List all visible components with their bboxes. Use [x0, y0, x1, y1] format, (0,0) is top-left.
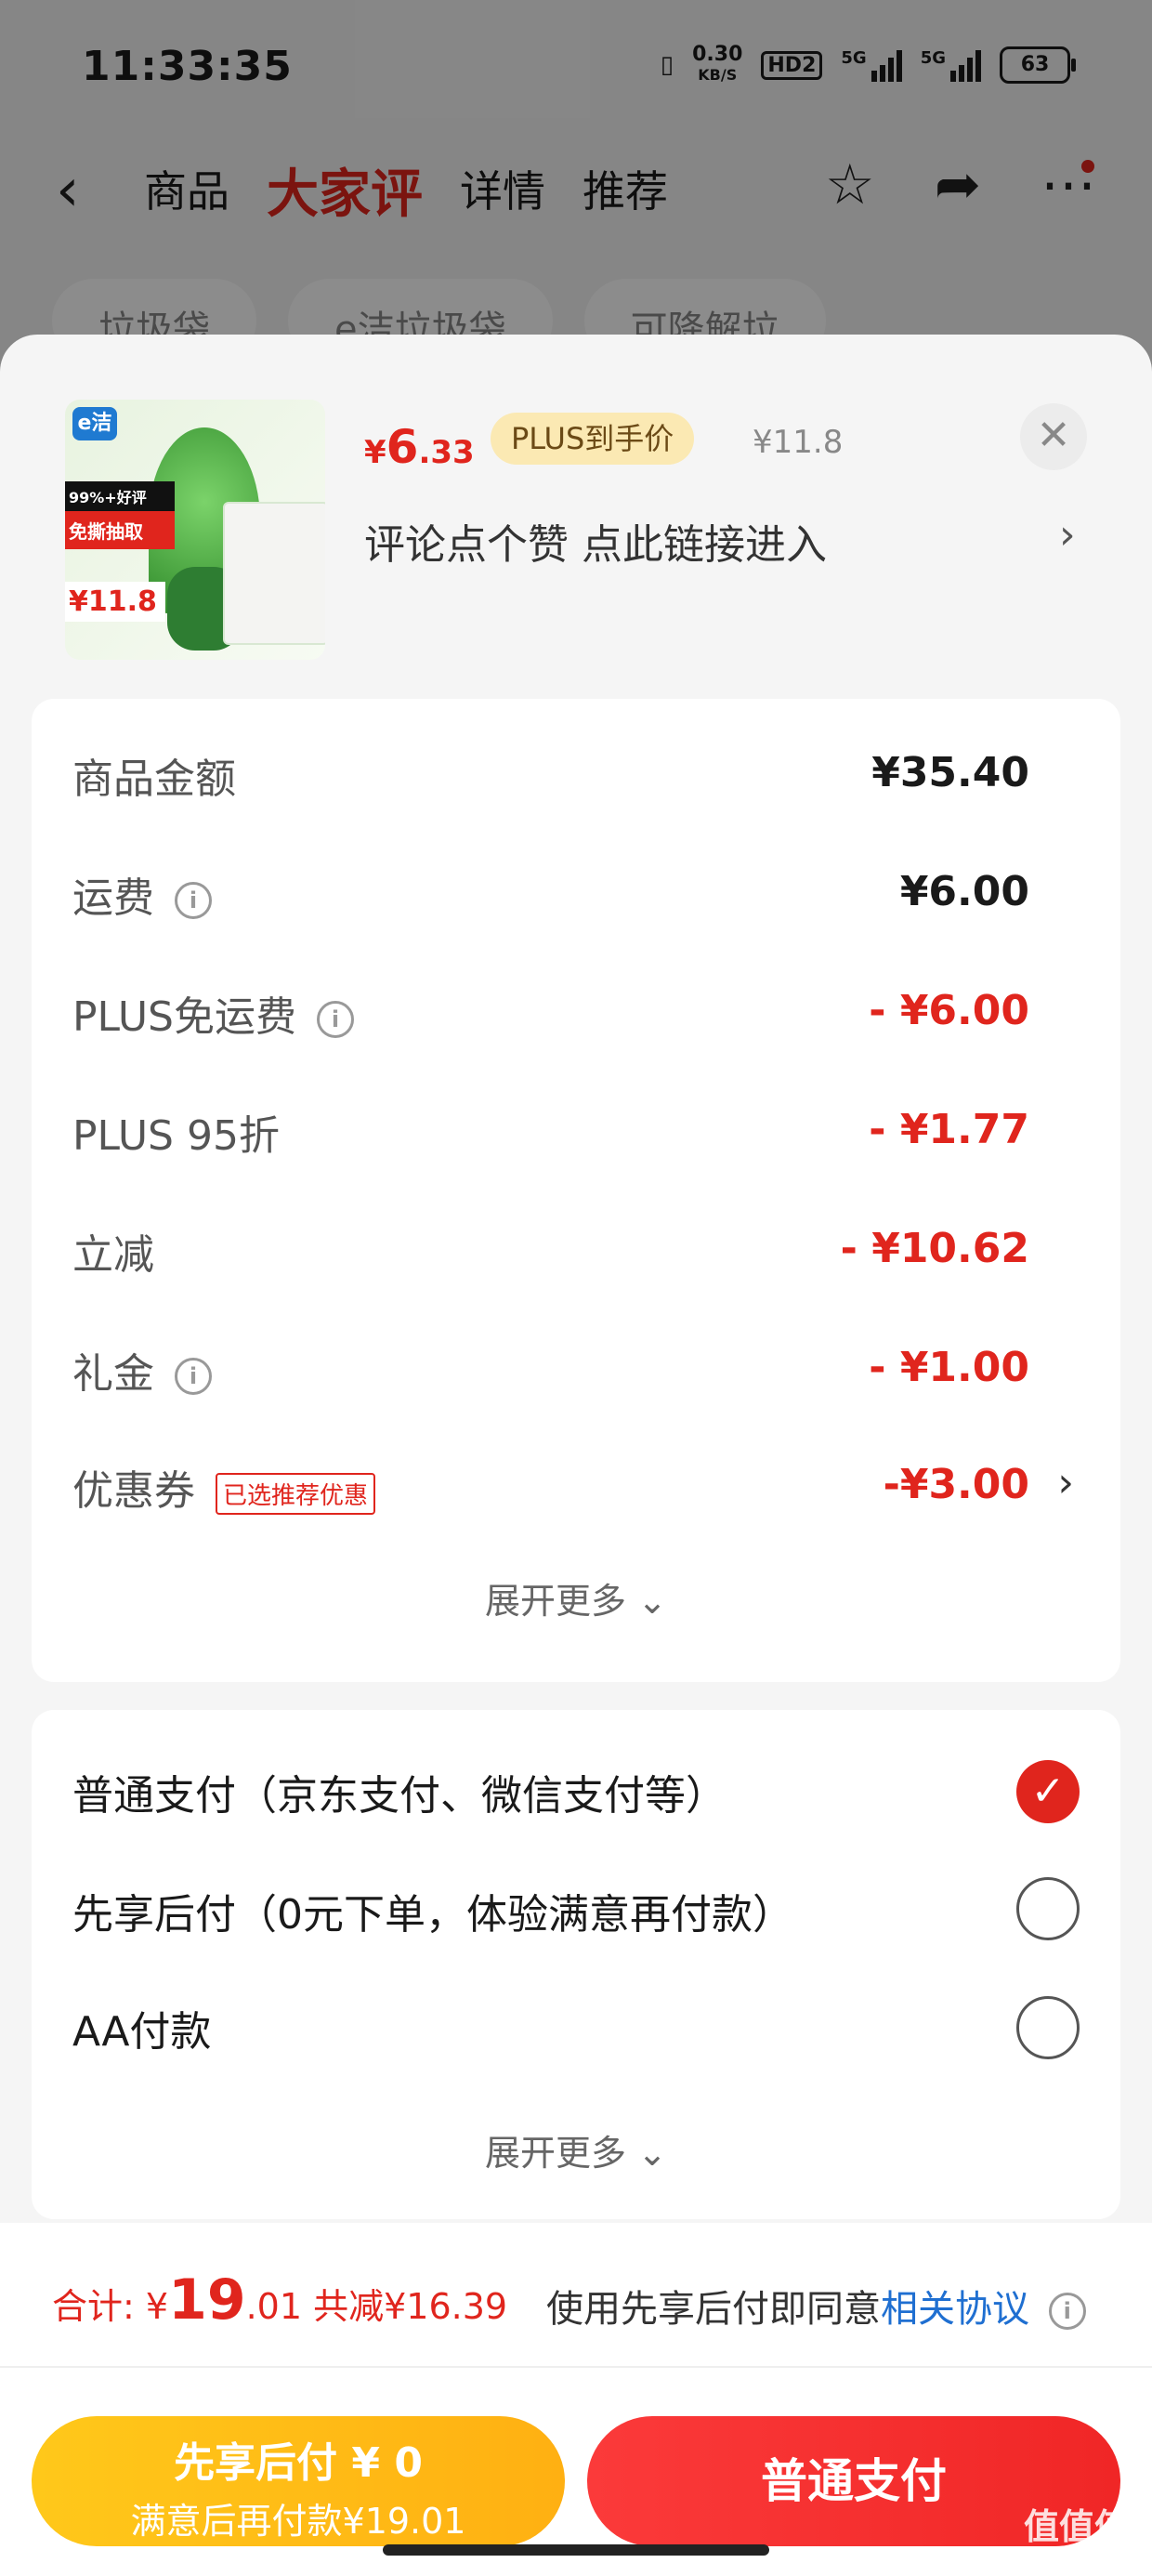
summary-row: PLUS 95折 - ¥1.77 — [72, 1106, 1029, 1160]
chevron-down-icon: ⌄ — [637, 1581, 667, 1622]
chevron-down-icon: ⌄ — [637, 2133, 667, 2174]
total-discount: 共减¥16.39 — [313, 2286, 508, 2327]
watermark: 值值值 zhizhizhi.com — [1023, 2506, 1130, 2567]
review-link[interactable]: 评论点个赞 点此链接进入 — [364, 511, 827, 571]
payment-option-paylater[interactable]: 先享后付（0元下单，体验满意再付款） — [72, 1881, 793, 1955]
summary-row: 商品金额 ¥35.40 — [72, 749, 1029, 803]
checkout-footer: 合计: ¥19.01 共减¥16.39 使用先享后付即同意相关协议 i 先享后付… — [0, 2223, 1152, 2576]
agreement-link[interactable]: 相关协议 — [881, 2288, 1029, 2331]
current-price: ¥6.33 — [364, 420, 475, 474]
order-sheet: e洁 99%+好评 免撕抽取 ¥11.8 ¥6.33 PLUS到手价 ¥11.8… — [0, 335, 1152, 2576]
summary-row: 运费 i ¥6.00 — [72, 868, 1029, 922]
info-icon[interactable]: i — [317, 1001, 354, 1038]
info-icon[interactable]: i — [1048, 2293, 1086, 2330]
info-icon[interactable]: i — [175, 1358, 212, 1395]
original-price: ¥11.8 — [753, 424, 844, 461]
summary-row: 立减 - ¥10.62 — [72, 1225, 1029, 1279]
radio-unchecked[interactable] — [1016, 1996, 1080, 2059]
image-tag-rating: 99%+好评 — [65, 481, 175, 511]
agreement-text: 使用先享后付即同意相关协议 i — [546, 2279, 1086, 2333]
payment-option-aa[interactable]: AA付款 — [72, 1998, 211, 2072]
expand-more-button[interactable]: 展开更多 ⌄ — [32, 2124, 1120, 2175]
brand-logo: e洁 — [72, 407, 117, 440]
background-page: 11:33:35 ▯ 0.30 KB/S HD2 5G 5G 63 ‹ 商品 大… — [0, 0, 1152, 372]
image-price: ¥11.8 — [65, 582, 165, 622]
radio-checked[interactable]: ✓ — [1016, 1760, 1080, 1823]
coupon-row[interactable]: 优惠券 已选推荐优惠 -¥3.00 › — [72, 1442, 1120, 1517]
chevron-right-icon[interactable]: › — [1057, 1459, 1074, 1506]
divider — [0, 2366, 1152, 2368]
price-summary-card: 商品金额 ¥35.40 运费 i ¥6.00 PLUS免运费 i - ¥6.00 PLUS… — [32, 699, 1120, 1682]
close-button[interactable]: ✕ — [1020, 403, 1087, 470]
coupon-tag: 已选推荐优惠 — [216, 1472, 376, 1515]
radio-unchecked[interactable] — [1016, 1877, 1080, 1940]
info-icon[interactable]: i — [175, 882, 212, 919]
chevron-right-icon[interactable]: › — [1059, 511, 1076, 559]
home-indicator[interactable] — [383, 2544, 769, 2556]
dim-overlay[interactable] — [0, 0, 1152, 372]
payment-option-normal[interactable]: 普通支付（京东支付、微信支付等） — [72, 1762, 727, 1836]
total-amount: 合计: ¥19.01 共减¥16.39 — [52, 2267, 508, 2333]
package-illustration — [223, 502, 325, 645]
summary-row: 礼金 i - ¥1.00 — [72, 1344, 1029, 1398]
payment-card: 普通支付（京东支付、微信支付等） ✓ 先享后付（0元下单，体验满意再付款） AA… — [32, 1710, 1120, 2219]
plus-price-tag: PLUS到手价 — [491, 413, 695, 465]
summary-row: PLUS免运费 i - ¥6.00 — [72, 987, 1029, 1041]
pay-later-button[interactable]: 先享后付 ¥ 0 满意后再付款¥19.01 — [32, 2416, 565, 2546]
image-tag-main: 免撕抽取 — [65, 511, 175, 549]
expand-more-button[interactable]: 展开更多 ⌄ — [32, 1572, 1120, 1623]
product-image: e洁 99%+好评 免撕抽取 ¥11.8 — [65, 400, 325, 660]
